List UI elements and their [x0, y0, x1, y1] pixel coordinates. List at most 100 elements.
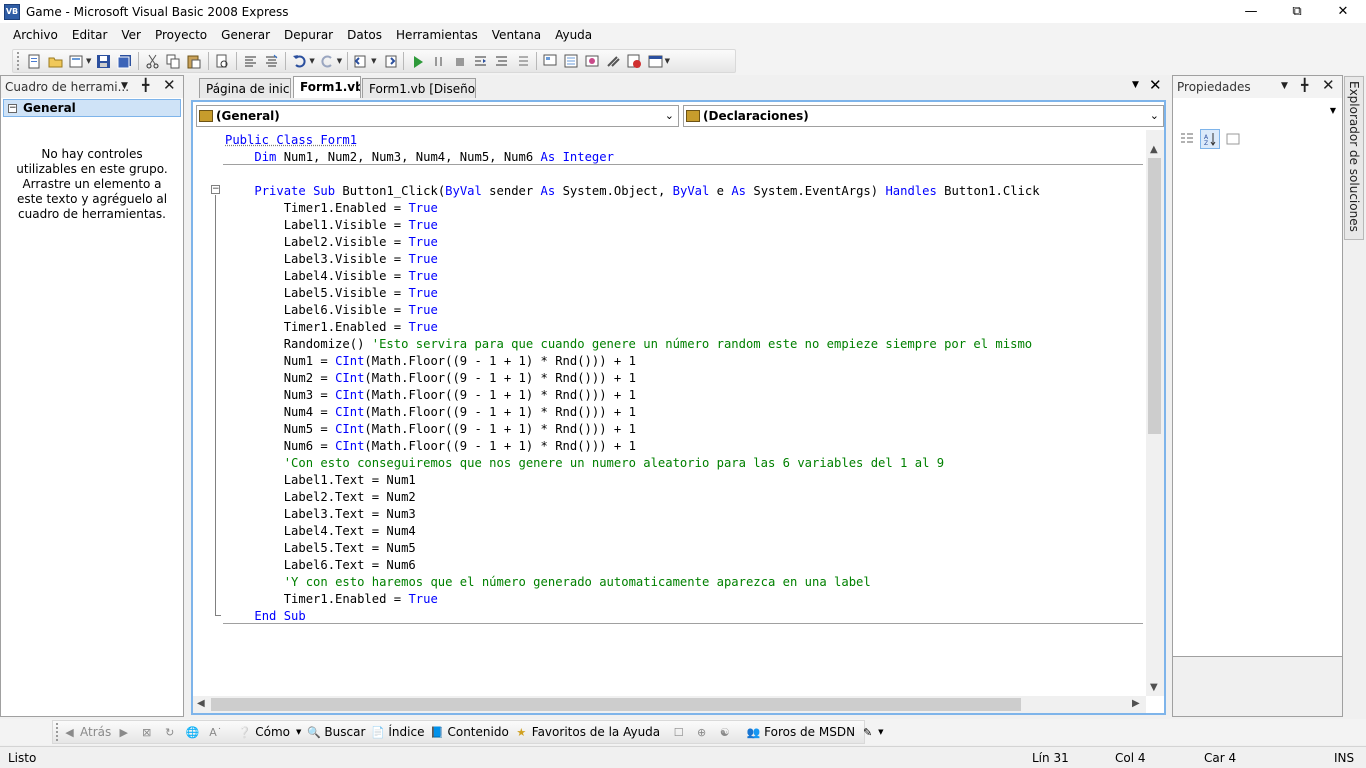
step-over-icon[interactable]	[493, 53, 510, 70]
code-line[interactable]: Public Class Form1	[225, 132, 357, 149]
code-line[interactable]: Num1 = CInt(Math.Floor((9 - 1 + 1) * Rnd…	[225, 353, 636, 370]
outline-collapse-icon[interactable]: −	[211, 185, 220, 194]
code-line[interactable]: Num2 = CInt(Math.Floor((9 - 1 + 1) * Rnd…	[225, 370, 636, 387]
code-text-area[interactable]: − Public Class Form1 Dim Num1, Num2, Num…	[193, 130, 1146, 696]
save-icon[interactable]	[95, 53, 112, 70]
class-name-combo[interactable]: (General) ⌄	[196, 105, 679, 127]
code-line[interactable]: Num4 = CInt(Math.Floor((9 - 1 + 1) * Rnd…	[225, 404, 636, 421]
paste-icon[interactable]	[186, 53, 203, 70]
chevron-down-icon[interactable]: ▼	[296, 728, 301, 736]
code-line[interactable]: Num3 = CInt(Math.Floor((9 - 1 + 1) * Rnd…	[225, 387, 636, 404]
code-line[interactable]: Label5.Visible = True	[225, 285, 438, 302]
step-into-icon[interactable]	[472, 53, 489, 70]
tab-pagina-inicio[interactable]: Página de inicio	[199, 78, 291, 98]
method-name-combo[interactable]: (Declaraciones) ⌄	[683, 105, 1164, 127]
properties-pin-icon[interactable]: ╋	[1301, 78, 1308, 92]
categorized-icon[interactable]	[1177, 129, 1197, 149]
undo-dropdown-icon[interactable]: ▼	[309, 57, 314, 65]
font-size-button[interactable]: A˙	[208, 725, 226, 740]
add-item-icon[interactable]	[68, 53, 85, 70]
tab-form1-code[interactable]: Form1.vb*	[293, 76, 361, 98]
comment-lines-icon[interactable]	[242, 53, 259, 70]
code-line[interactable]: Label3.Visible = True	[225, 251, 438, 268]
code-line[interactable]: Dim Num1, Num2, Num3, Num4, Num5, Num6 A…	[225, 149, 614, 166]
ask-question-button[interactable]: ☯	[717, 725, 735, 740]
msdn-forums-button[interactable]: 👥 Foros de MSDN	[746, 725, 855, 740]
redo-dropdown-icon[interactable]: ▼	[337, 57, 342, 65]
scroll-left-icon[interactable]: ◀	[197, 698, 205, 709]
code-line[interactable]: Label4.Text = Num4	[225, 523, 416, 540]
close-document-icon[interactable]: ✕	[1149, 76, 1162, 94]
code-line[interactable]: Label6.Text = Num6	[225, 557, 416, 574]
menu-herramientas[interactable]: Herramientas	[389, 23, 485, 47]
copy-icon[interactable]	[165, 53, 182, 70]
community-button[interactable]: ✎ ▼	[860, 725, 884, 740]
collapse-icon[interactable]: −	[8, 103, 17, 113]
open-folder-icon[interactable]	[47, 53, 64, 70]
tab-form1-design[interactable]: Form1.vb [Diseño]*	[362, 78, 476, 98]
refresh-button[interactable]: ↻	[162, 725, 180, 740]
code-line[interactable]: Label1.Visible = True	[225, 217, 438, 234]
scroll-right-icon[interactable]: ▶	[1132, 698, 1140, 709]
forward-button[interactable]: ▶	[116, 725, 134, 740]
uncomment-lines-icon[interactable]	[263, 53, 280, 70]
menu-proyecto[interactable]: Proyecto	[148, 23, 214, 47]
menu-archivo[interactable]: Archivo	[6, 23, 65, 47]
scroll-down-icon[interactable]: ▼	[1150, 682, 1158, 693]
properties-window-icon[interactable]	[563, 53, 580, 70]
how-do-i-button[interactable]: ❔ Cómo ▼	[237, 725, 302, 740]
immediate-window-icon[interactable]	[647, 53, 664, 70]
search-button[interactable]: 🔍 Buscar	[306, 725, 365, 740]
menu-ver[interactable]: Ver	[114, 23, 148, 47]
start-debug-icon[interactable]	[409, 53, 426, 70]
solution-explorer-tab[interactable]: Explorador de soluciones	[1344, 76, 1364, 240]
cut-icon[interactable]	[144, 53, 161, 70]
horizontal-scrollbar[interactable]: ◀ ▶	[193, 696, 1146, 713]
code-line[interactable]: Label2.Text = Num2	[225, 489, 416, 506]
pause-icon[interactable]	[430, 53, 447, 70]
horizontal-scroll-thumb[interactable]	[211, 698, 1021, 711]
code-line[interactable]: Label1.Text = Num1	[225, 472, 416, 489]
code-line[interactable]: Label4.Visible = True	[225, 268, 438, 285]
code-line[interactable]: Timer1.Enabled = True	[225, 200, 438, 217]
add-to-favorites-button[interactable]: ☐	[671, 725, 689, 740]
toolbox-pin-icon[interactable]: ╋	[142, 78, 149, 92]
menu-ventana[interactable]: Ventana	[485, 23, 548, 47]
properties-object-combo[interactable]: ▼	[1175, 102, 1340, 122]
menu-ayuda[interactable]: Ayuda	[548, 23, 599, 47]
navigate-backward-dropdown-icon[interactable]: ▼	[371, 57, 376, 65]
chevron-down-icon[interactable]: ▼	[878, 728, 883, 736]
minimize-button[interactable]: —	[1228, 0, 1274, 23]
vertical-scrollbar[interactable]: ▲ ▼	[1146, 130, 1164, 696]
solution-explorer-icon[interactable]	[542, 53, 559, 70]
toolbar-grip[interactable]	[56, 723, 58, 741]
contents-button[interactable]: 📘 Contenido	[429, 725, 509, 740]
menu-depurar[interactable]: Depurar	[277, 23, 340, 47]
new-project-icon[interactable]	[26, 53, 43, 70]
code-line[interactable]: Num6 = CInt(Math.Floor((9 - 1 + 1) * Rnd…	[225, 438, 636, 455]
scroll-up-icon[interactable]: ▲	[1150, 144, 1158, 155]
add-item-dropdown-icon[interactable]: ▼	[86, 57, 91, 65]
toolbox-close-icon[interactable]: ✕	[163, 76, 176, 94]
vertical-scroll-thumb[interactable]	[1148, 158, 1161, 434]
object-browser-icon[interactable]	[584, 53, 601, 70]
close-window-button[interactable]: ✕	[1320, 0, 1366, 23]
home-button[interactable]: 🌐	[185, 725, 203, 740]
save-all-icon[interactable]	[116, 53, 133, 70]
toolbox-icon[interactable]	[605, 53, 622, 70]
code-line[interactable]: End Sub	[225, 608, 305, 625]
sync-contents-button[interactable]: ⊕	[694, 725, 712, 740]
code-line[interactable]: 'Y con esto haremos que el número genera…	[225, 574, 871, 591]
menu-generar[interactable]: Generar	[214, 23, 277, 47]
back-button[interactable]: ◀ Atrás	[62, 725, 111, 740]
tab-list-dropdown-icon[interactable]: ▼	[1132, 80, 1139, 90]
stop-button[interactable]: ⊠	[139, 725, 157, 740]
properties-dropdown-icon[interactable]: ▼	[1281, 81, 1288, 91]
restore-button[interactable]: ⧉	[1274, 0, 1320, 23]
code-line[interactable]: Label3.Text = Num3	[225, 506, 416, 523]
property-pages-icon[interactable]	[1223, 129, 1243, 149]
error-list-icon[interactable]	[626, 53, 643, 70]
redo-icon[interactable]	[319, 53, 336, 70]
navigate-forward-icon[interactable]	[381, 53, 398, 70]
code-line[interactable]: Num5 = CInt(Math.Floor((9 - 1 + 1) * Rnd…	[225, 421, 636, 438]
